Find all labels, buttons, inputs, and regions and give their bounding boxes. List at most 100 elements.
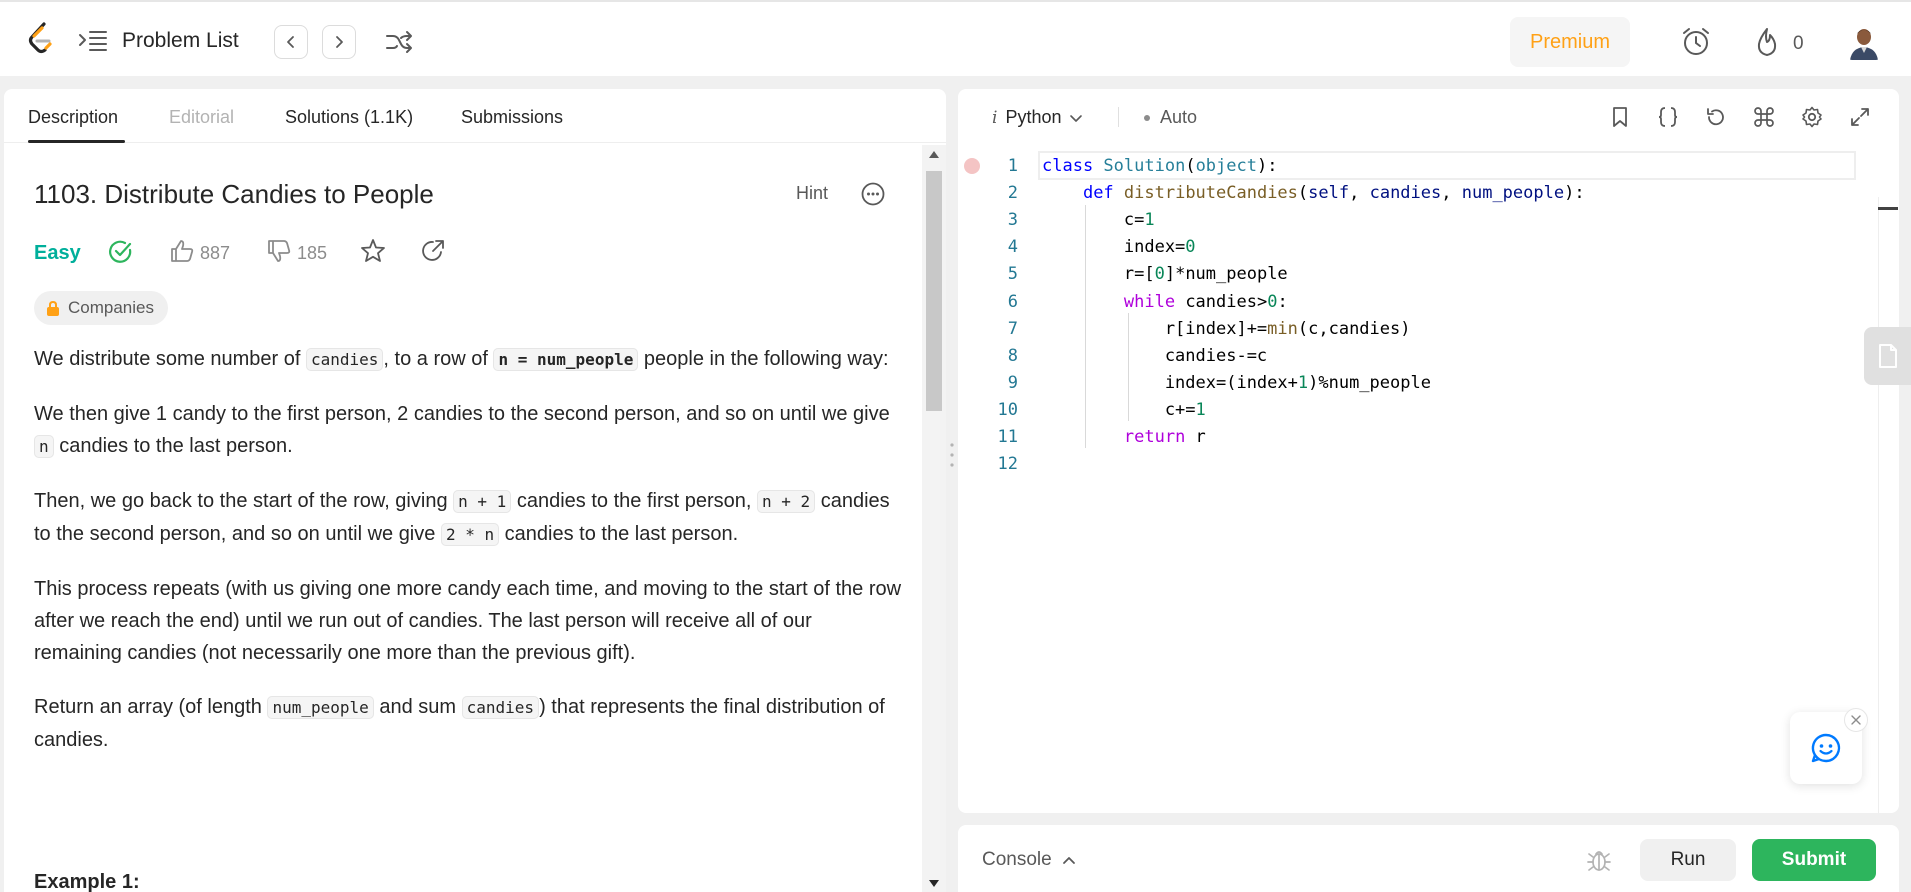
line-number: 10 — [997, 399, 1018, 420]
line-number: 6 — [1007, 291, 1018, 312]
lock-icon — [47, 300, 59, 316]
streak-count: 0 — [1793, 33, 1804, 54]
code-line[interactable]: 3 c=1 — [958, 207, 1899, 234]
code-text: def distributeCandies(self, candies, num… — [1082, 183, 1585, 204]
fullscreen-expand-icon[interactable] — [1848, 105, 1872, 129]
run-button[interactable]: Run — [1640, 839, 1736, 881]
line-number: 9 — [1007, 372, 1018, 393]
dislike-count: 185 — [297, 243, 328, 263]
alarm-clock-icon[interactable] — [1680, 26, 1712, 58]
code-line[interactable]: 4 index=0 — [958, 234, 1899, 261]
inline-code: num_people — [267, 696, 374, 719]
description-content: 1103. Distribute Candies to People Hint … — [4, 143, 922, 892]
problem-description: We distribute some number of candies, to… — [34, 343, 904, 778]
thumbs-up-icon[interactable] — [169, 238, 195, 264]
code-editor-panel: i Python Auto 1 class Solution(object): … — [958, 89, 1899, 813]
problem-title: 1103. Distribute Candies to People — [34, 179, 434, 209]
top-navbar: Problem List Premium 0 — [0, 0, 1911, 76]
code-line[interactable]: 11 return r — [958, 424, 1899, 451]
language-prefix: i — [992, 107, 998, 128]
chevron-up-icon — [1062, 857, 1075, 864]
description-panel: Description Editorial Solutions (1.1K) S… — [4, 89, 946, 892]
premium-button[interactable]: Premium — [1510, 17, 1630, 67]
code-text: c=1 — [1042, 210, 1155, 231]
user-avatar[interactable] — [1848, 24, 1880, 60]
code-line[interactable]: 10 c+=1 — [958, 397, 1899, 424]
code-line[interactable]: 5 r=[0]*num_people — [958, 261, 1899, 288]
scroll-down-arrow-icon[interactable] — [928, 879, 940, 889]
companies-tag[interactable]: Companies — [34, 291, 168, 325]
code-line[interactable]: 7 r[index]+=min(c,candies) — [958, 316, 1899, 343]
tab-submissions[interactable]: Submissions — [461, 107, 563, 128]
code-line[interactable]: 1 class Solution(object): — [958, 153, 1899, 180]
console-bar: Console Run Submit — [958, 825, 1899, 892]
line-number: 4 — [1007, 237, 1018, 258]
line-number: 11 — [997, 427, 1018, 447]
share-icon[interactable] — [420, 238, 446, 264]
next-problem-button[interactable] — [322, 25, 356, 59]
scroll-up-arrow-icon[interactable] — [928, 149, 940, 159]
document-icon — [1878, 344, 1897, 368]
leetcode-logo-icon[interactable] — [26, 22, 56, 56]
language-selector[interactable]: i Python — [992, 107, 1083, 128]
inline-code: candies — [461, 696, 540, 719]
code-line[interactable]: 12 — [958, 451, 1899, 478]
code-text: r[index]+=min(c,candies) — [1042, 318, 1411, 339]
mode-label: Auto — [1160, 107, 1198, 127]
inline-code: candies — [305, 348, 384, 371]
code-text: candies-=c — [1042, 345, 1268, 366]
code-line[interactable]: 9 index=(index+1)%num_people — [958, 370, 1899, 397]
format-braces-icon[interactable] — [1656, 105, 1680, 129]
code-text: while candies>0: — [1123, 291, 1288, 312]
editor-toolbar: i Python Auto — [958, 89, 1899, 143]
chat-smile-icon — [1811, 733, 1841, 763]
like-count: 887 — [200, 243, 231, 263]
description-paragraph: Return an array (of length num_people an… — [34, 696, 885, 751]
code-text: return r — [1123, 427, 1206, 447]
line-number: 12 — [997, 454, 1018, 475]
description-paragraph: This process repeats (with us giving one… — [34, 578, 902, 664]
shuffle-icon[interactable] — [384, 28, 414, 56]
problem-list-icon[interactable] — [78, 29, 108, 53]
code-line[interactable]: 2 def distributeCandies(self, candies, n… — [958, 180, 1899, 207]
scroll-thumb[interactable] — [926, 171, 942, 411]
auto-mode-toggle[interactable]: Auto — [1144, 107, 1197, 128]
code-text: r=[0]*num_people — [1042, 264, 1288, 285]
command-shortcuts-icon[interactable] — [1752, 105, 1776, 129]
more-options-icon[interactable] — [860, 181, 886, 207]
inline-code: n = num_people — [493, 348, 639, 371]
tab-solutions[interactable]: Solutions (1.1K) — [285, 107, 413, 128]
status-dot — [1144, 114, 1150, 121]
code-line[interactable]: 8 candies-=c — [958, 343, 1899, 370]
hint-button[interactable]: Hint — [796, 183, 828, 204]
line-number: 8 — [1007, 345, 1018, 366]
description-scrollbar[interactable] — [922, 145, 946, 892]
difficulty-badge: Easy — [34, 242, 81, 264]
problem-list-link[interactable]: Problem List — [122, 29, 239, 53]
chevron-down-icon — [1070, 114, 1083, 122]
close-chat-button[interactable] — [1844, 708, 1868, 732]
panel-resize-handle[interactable] — [949, 440, 955, 470]
code-line[interactable]: 6 while candies>0: — [958, 289, 1899, 316]
solved-check-icon — [109, 240, 132, 263]
tab-editorial[interactable]: Editorial — [169, 107, 234, 128]
settings-gear-icon[interactable] — [1800, 105, 1824, 129]
code-text: c+=1 — [1042, 399, 1206, 420]
code-text: index=(index+1)%num_people — [1042, 372, 1431, 393]
thumbs-down-icon[interactable] — [266, 238, 292, 264]
side-panel-tab[interactable] — [1864, 327, 1911, 385]
bookmark-icon[interactable] — [1608, 105, 1632, 129]
code-area[interactable]: 1 class Solution(object): 2 def distribute… — [958, 143, 1899, 813]
streak-flame-icon[interactable] — [1752, 26, 1782, 58]
line-number: 5 — [1007, 264, 1018, 285]
inline-code: n + 2 — [756, 490, 816, 513]
inline-code: n + 1 — [453, 490, 512, 513]
console-toggle[interactable]: Console — [982, 849, 1076, 871]
debug-bug-icon[interactable] — [1586, 847, 1612, 873]
console-label: Console — [982, 849, 1052, 870]
prev-problem-button[interactable] — [274, 25, 308, 59]
submit-button[interactable]: Submit — [1752, 839, 1876, 881]
star-icon[interactable] — [360, 238, 386, 264]
reset-code-icon[interactable] — [1704, 105, 1728, 129]
tab-description[interactable]: Description — [28, 107, 118, 128]
